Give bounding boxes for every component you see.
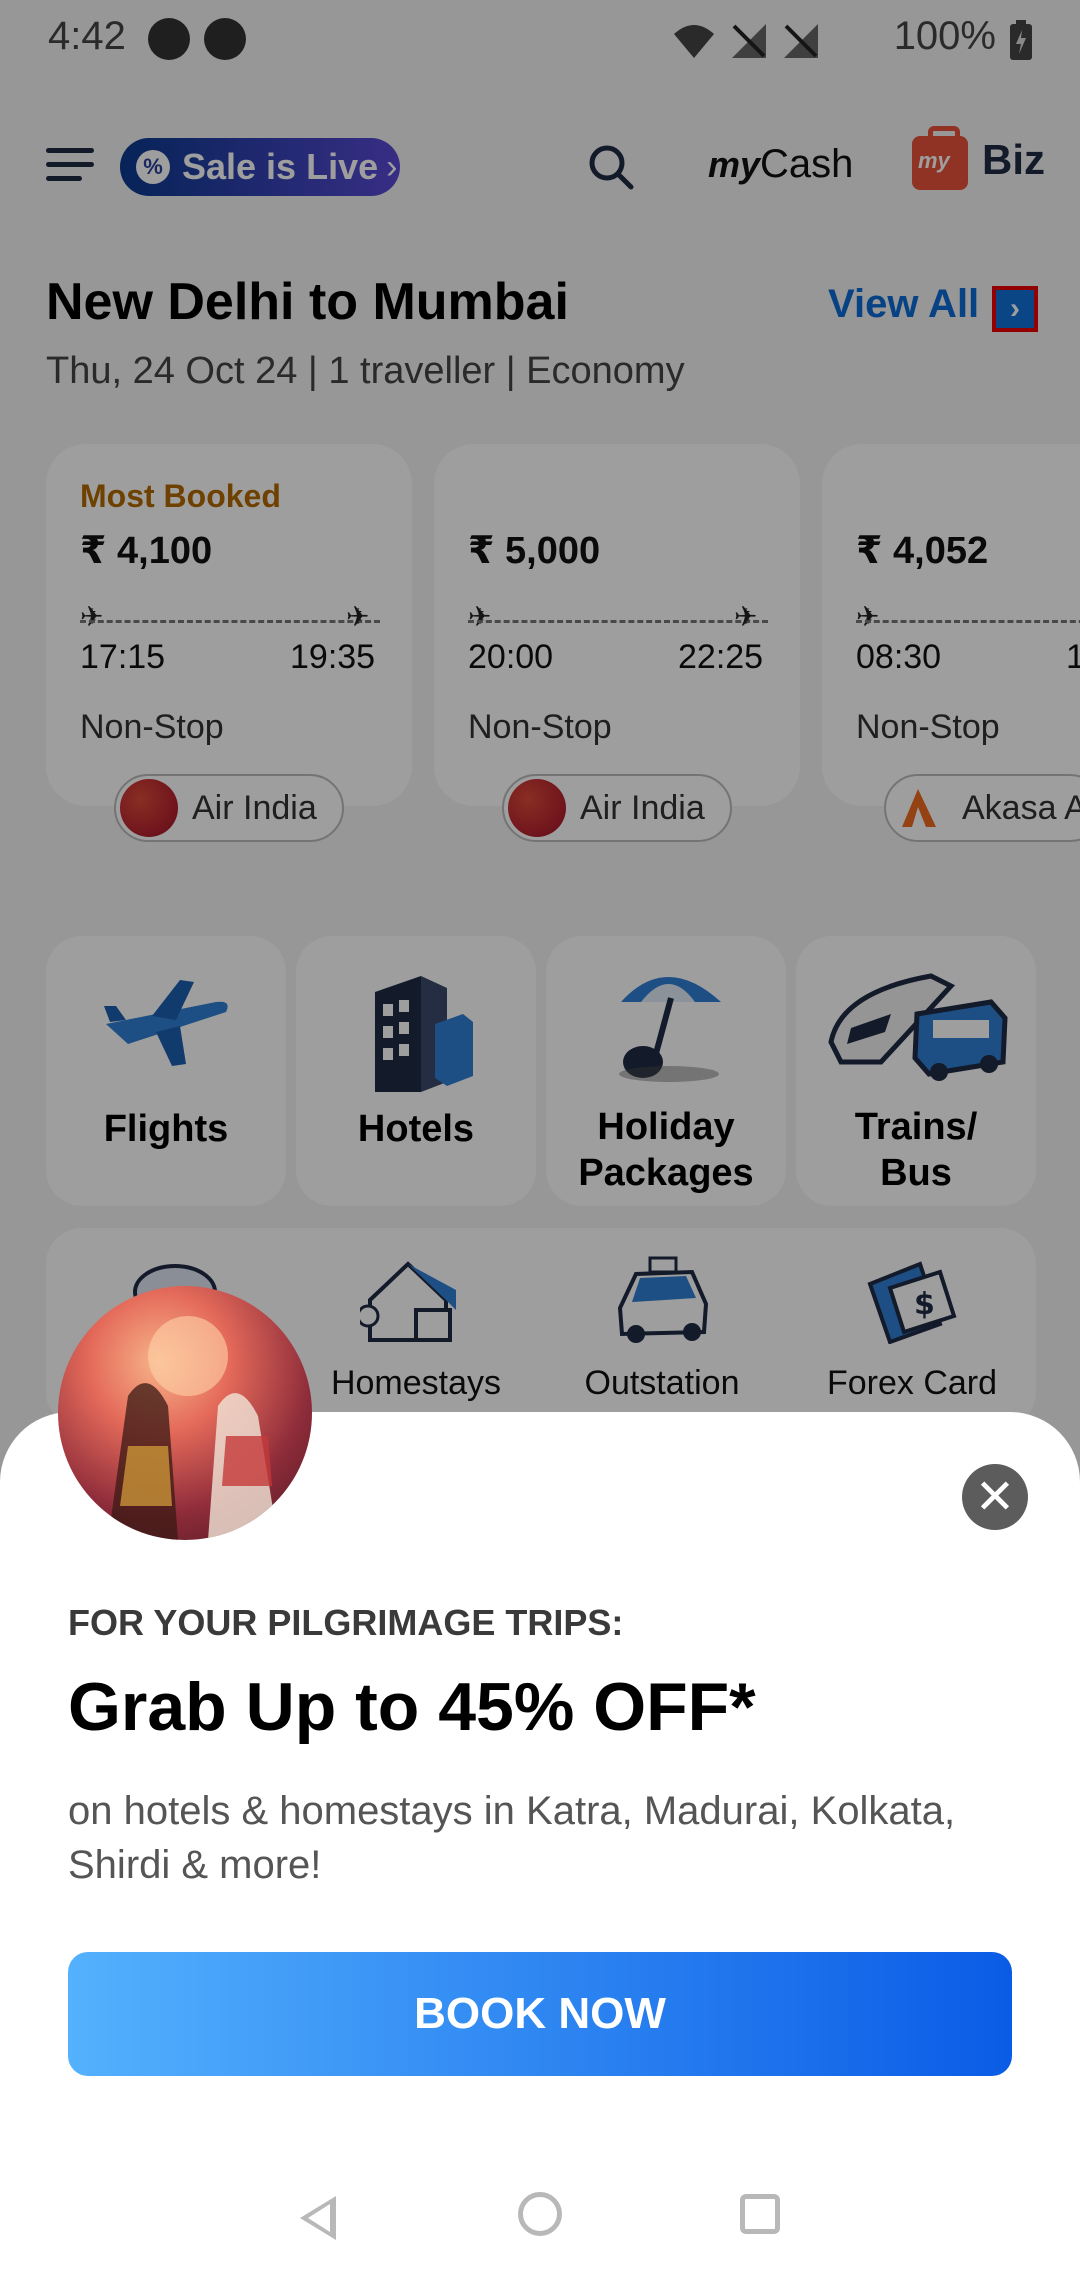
close-icon[interactable]: ✕ [962,1464,1028,1530]
recents-icon[interactable] [740,2194,780,2234]
promo-description: on hotels & homestays in Katra, Madurai,… [68,1789,956,1887]
promo-festival-image [58,1286,312,1540]
system-nav-bar [0,2170,1080,2280]
book-now-button[interactable]: BOOK NOW [68,1952,1012,2076]
back-icon[interactable] [300,2196,336,2240]
home-icon[interactable] [518,2192,562,2236]
promo-kicker: FOR YOUR PILGRIMAGE TRIPS: [68,1602,624,1643]
promo-headline: Grab Up to 45% OFF* [68,1669,756,1745]
app-screen: 4:42 100% % Sale is Live › myCash my Biz… [0,0,1080,2280]
